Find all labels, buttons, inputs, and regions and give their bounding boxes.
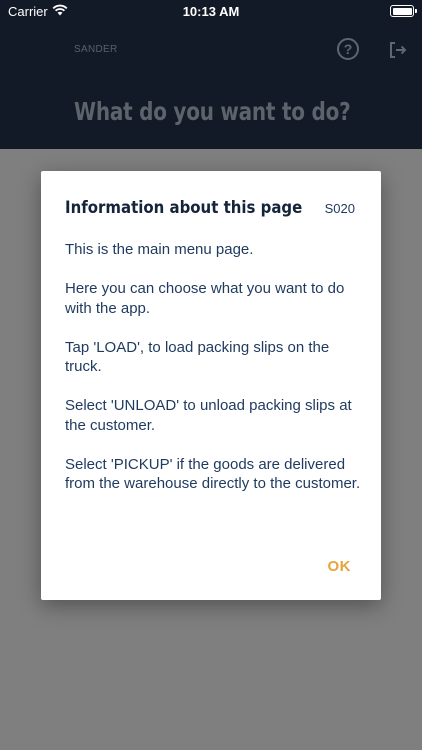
help-icon[interactable]: ?	[337, 38, 359, 60]
dialog-title: Information about this page	[65, 198, 303, 218]
battery-icon	[390, 5, 417, 17]
page-code: S020	[324, 201, 355, 216]
logout-icon[interactable]	[388, 40, 408, 60]
dialog-paragraph: Select 'UNLOAD' to unload packing slips …	[65, 397, 352, 434]
info-dialog: Information about this page S020 This is…	[41, 171, 381, 600]
page-title: What do you want to do?	[74, 97, 351, 126]
clock: 10:13 AM	[182, 4, 240, 19]
dialog-body: This is the main menu page. Here you can…	[65, 240, 365, 513]
app-header: SANDER ? What do you want to do?	[0, 22, 422, 149]
dialog-paragraph: Tap 'LOAD', to load packing slips on the…	[65, 338, 330, 376]
dialog-paragraph: Here you can choose what you want to do …	[65, 280, 345, 317]
status-bar: Carrier 10:13 AM	[0, 0, 422, 22]
dialog-paragraph: Select 'PICKUP' if the goods are deliver…	[65, 455, 361, 493]
user-name: SANDER	[74, 44, 118, 55]
dialog-paragraph: This is the main menu page.	[65, 241, 254, 258]
ok-button[interactable]: OK	[328, 558, 352, 575]
